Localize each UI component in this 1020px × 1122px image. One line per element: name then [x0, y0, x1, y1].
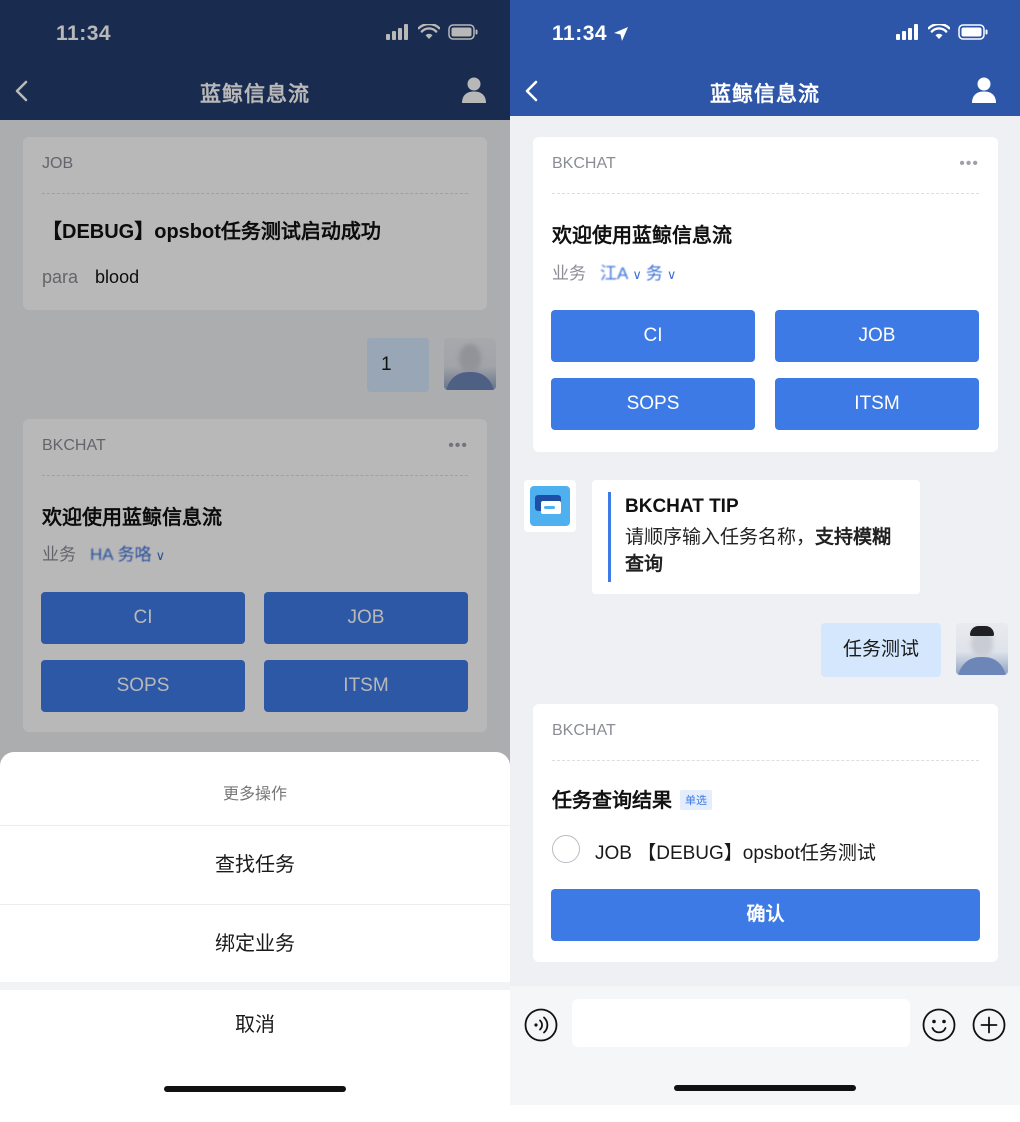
- tip-title: BKCHAT TIP: [625, 496, 739, 517]
- biz-value-secondary: 务: [645, 264, 663, 283]
- card-source: BKCHAT: [552, 722, 616, 739]
- card-divider: [552, 193, 979, 194]
- sheet-title: 更多操作: [222, 786, 287, 803]
- result-card: BKCHAT 任务查询结果 单选 JOB 【DEBUG】opsbot任务测试 确认: [533, 704, 998, 962]
- chat-bot-icon: [530, 486, 570, 526]
- status-bar: 11:34: [510, 0, 1020, 62]
- right-screen: 11:34 蓝鲸信息流 BKCHAT ••• 欢迎使用蓝鲸信息流 业务 江A ∨ 务 ∨…: [510, 0, 1020, 1105]
- confirm-button[interactable]: 确认: [551, 889, 980, 941]
- tip-accent-bar: [608, 492, 611, 582]
- tip-message: BKCHAT TIP 请顺序输入任务名称，支持模糊查询: [592, 480, 920, 594]
- user-icon[interactable]: [970, 76, 998, 104]
- find-task-option[interactable]: 查找任务: [0, 825, 510, 903]
- biz-label: 业务: [552, 264, 586, 283]
- card-title: 任务查询结果 单选: [552, 784, 712, 813]
- sops-button[interactable]: SOPS: [551, 378, 755, 430]
- left-screen: 11:34 蓝鲸信息流 JOB 【DEBUG】opsbot任务测试启动成功 pa…: [0, 0, 510, 1105]
- job-button[interactable]: JOB: [775, 310, 979, 362]
- status-icons: [896, 24, 988, 40]
- location-arrow-icon: [614, 27, 629, 41]
- tip-text: 请顺序输入任务名称，支持模糊查询: [625, 527, 892, 575]
- voice-icon[interactable]: [524, 1008, 558, 1042]
- biz-selector[interactable]: 业务 江A ∨ 务 ∨: [552, 259, 676, 284]
- user-message-bubble: 任务测试: [821, 623, 941, 677]
- home-indicator: [674, 1085, 856, 1091]
- cancel-button[interactable]: 取消: [0, 986, 510, 1064]
- itsm-button[interactable]: ITSM: [775, 378, 979, 430]
- chevron-down-icon: ∨: [666, 267, 677, 282]
- welcome-card: BKCHAT ••• 欢迎使用蓝鲸信息流 业务 江A ∨ 务 ∨ CI JOB SOPS…: [533, 137, 998, 452]
- message-input[interactable]: [572, 999, 910, 1047]
- card-source: BKCHAT: [552, 155, 616, 172]
- option-radio[interactable]: [552, 835, 580, 863]
- signal-icon: [896, 24, 918, 40]
- single-select-tag: 单选: [680, 789, 712, 810]
- battery-icon: [958, 24, 988, 40]
- chevron-down-icon: ∨: [632, 267, 642, 282]
- bind-business-option[interactable]: 绑定业务: [0, 904, 510, 982]
- plus-icon[interactable]: [972, 1008, 1006, 1042]
- status-time: 11:34: [552, 22, 629, 46]
- card-divider: [552, 760, 979, 761]
- user-avatar: [956, 623, 1008, 675]
- action-sheet: 更多操作 查找任务 绑定业务 取消: [0, 752, 510, 1105]
- ci-button[interactable]: CI: [551, 310, 755, 362]
- more-icon[interactable]: •••: [959, 155, 979, 173]
- nav-bar: 蓝鲸信息流: [510, 62, 1020, 116]
- emoji-icon[interactable]: [922, 1008, 956, 1042]
- wifi-icon: [928, 24, 950, 39]
- option-label[interactable]: JOB 【DEBUG】opsbot任务测试: [595, 838, 876, 865]
- home-indicator: [164, 1086, 346, 1092]
- card-title: 欢迎使用蓝鲸信息流: [552, 225, 732, 247]
- nav-title: 蓝鲸信息流: [710, 83, 820, 106]
- input-bar: [510, 986, 1020, 1105]
- biz-value: 江A: [600, 264, 629, 283]
- bot-avatar: [524, 480, 576, 532]
- message-text: 任务测试: [842, 639, 919, 660]
